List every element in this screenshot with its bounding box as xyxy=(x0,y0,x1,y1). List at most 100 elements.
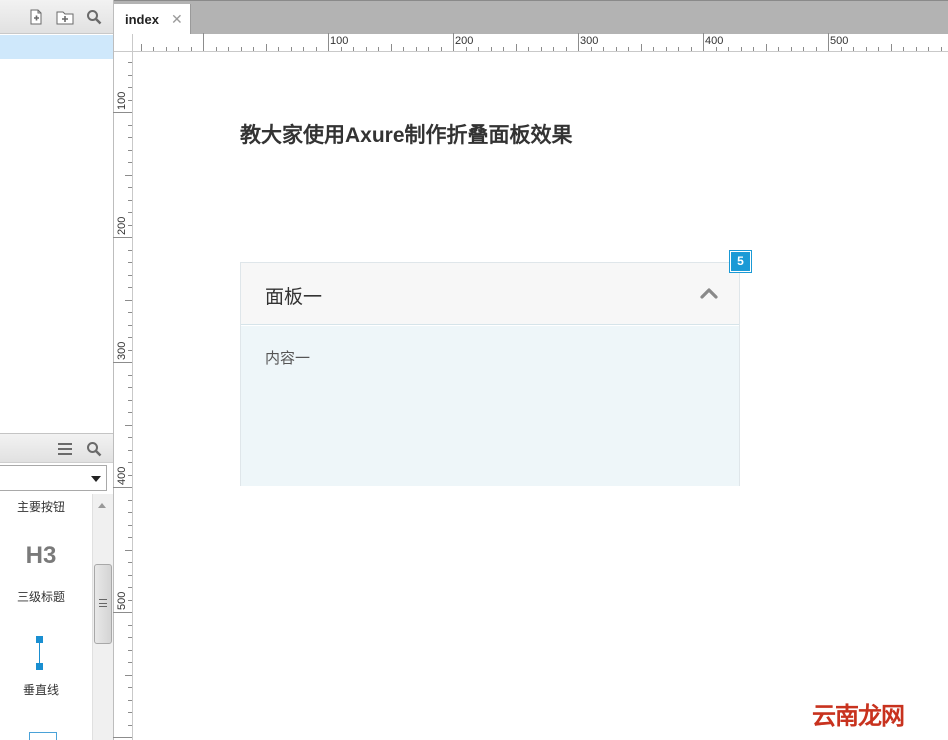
ruler-tick xyxy=(128,587,132,588)
search-icon[interactable] xyxy=(85,440,103,458)
vertical-line-icon[interactable] xyxy=(36,636,43,670)
page-heading[interactable]: 教大家使用Axure制作折叠面板效果 xyxy=(240,119,573,149)
ruler-tick xyxy=(615,47,617,51)
ruler-tick xyxy=(440,47,442,51)
ruler-tick xyxy=(128,212,132,213)
ruler-tick xyxy=(890,44,892,51)
ruler-tick xyxy=(128,499,132,501)
search-icon[interactable] xyxy=(85,8,103,26)
vertical-ruler: 100 200 300 400 500 xyxy=(113,52,133,740)
ruler-tick xyxy=(878,47,879,51)
menu-icon[interactable] xyxy=(56,440,74,458)
ruler-tick xyxy=(278,47,279,51)
axure-window: 主要按钮 H3 三级标题 垂直线 index ✕ 100 200 300 400 500… xyxy=(0,0,948,740)
h3-heading-icon[interactable]: H3 xyxy=(0,542,82,570)
ruler-tick xyxy=(128,462,132,463)
ruler-tick xyxy=(165,47,167,51)
ruler-label: 300 xyxy=(116,341,128,360)
widget-count-badge: 5 xyxy=(729,250,752,273)
ruler-tick xyxy=(178,47,179,51)
ruler-tick xyxy=(415,47,417,51)
ruler-tick xyxy=(203,33,204,51)
ruler-tick xyxy=(128,274,132,276)
ruler-tick xyxy=(753,47,754,51)
ruler-tick xyxy=(303,47,304,51)
ruler-tick xyxy=(765,44,767,51)
ruler-label: 400 xyxy=(705,35,724,47)
ruler-tick xyxy=(128,724,132,726)
ruler-tick xyxy=(128,137,132,138)
ruler-tick xyxy=(128,599,132,601)
panel-content: 内容一 xyxy=(265,350,311,367)
widget-label-h3[interactable]: 三级标题 xyxy=(0,588,82,605)
tab-label: index xyxy=(125,12,159,27)
library-scrollbar[interactable] xyxy=(92,494,113,740)
ruler-tick xyxy=(113,487,132,488)
ruler-tick xyxy=(365,47,367,51)
selected-page-row[interactable] xyxy=(0,35,113,59)
ruler-tick xyxy=(128,287,132,288)
tab-index[interactable]: index ✕ xyxy=(114,4,191,35)
ruler-tick xyxy=(128,537,132,538)
ruler-tick xyxy=(403,47,404,51)
ruler-tick xyxy=(128,162,132,163)
ruler-tick xyxy=(128,624,132,626)
ruler-tick xyxy=(865,47,867,51)
ruler-tick xyxy=(328,33,329,51)
scroll-thumb[interactable] xyxy=(94,564,112,644)
ruler-tick xyxy=(240,47,242,51)
ruler-tick xyxy=(528,47,529,51)
ruler-tick xyxy=(578,33,579,51)
ruler-tick xyxy=(503,47,504,51)
ruler-tick xyxy=(465,47,467,51)
ruler-tick xyxy=(113,737,132,738)
ruler-tick xyxy=(128,574,132,576)
ruler-tick xyxy=(128,687,132,688)
ruler-tick xyxy=(903,47,904,51)
ruler-tick xyxy=(128,87,132,88)
ruler-tick xyxy=(128,387,132,388)
widget-label-vertical-line[interactable]: 垂直线 xyxy=(0,681,82,698)
ruler-tick xyxy=(678,47,679,51)
ruler-tick xyxy=(128,649,132,651)
ruler-tick xyxy=(128,474,132,476)
ruler-tick xyxy=(565,47,567,51)
ruler-label: 200 xyxy=(116,216,128,235)
ruler-tick xyxy=(915,47,917,51)
add-page-icon[interactable] xyxy=(27,8,45,26)
ruler-tick xyxy=(803,47,804,51)
tab-strip: index ✕ xyxy=(114,0,948,35)
ruler-tick xyxy=(853,47,854,51)
collapsible-panel[interactable]: 面板一 内容一 xyxy=(240,262,740,486)
ruler-tick xyxy=(428,47,429,51)
design-canvas[interactable]: 教大家使用Axure制作折叠面板效果 面板一 内容一 5 xyxy=(134,53,948,740)
ruler-tick xyxy=(453,33,454,51)
ruler-label: 400 xyxy=(116,466,128,485)
scroll-up-icon[interactable] xyxy=(98,503,106,508)
ruler-tick xyxy=(125,174,132,176)
panel-header[interactable]: 面板一 xyxy=(241,263,739,325)
ruler-tick xyxy=(478,47,479,51)
ruler-corner xyxy=(114,34,133,52)
label-widget-icon[interactable] xyxy=(29,732,57,740)
ruler-tick xyxy=(128,512,132,513)
ruler-tick xyxy=(128,399,132,401)
ruler-tick xyxy=(628,47,629,51)
widget-label-primary-button[interactable]: 主要按钮 xyxy=(0,498,82,515)
ruler-tick xyxy=(128,374,132,376)
close-icon[interactable]: ✕ xyxy=(171,11,183,28)
ruler-tick xyxy=(840,47,842,51)
ruler-tick xyxy=(128,637,132,638)
ruler-tick xyxy=(540,47,542,51)
panel-body: 内容一 xyxy=(241,326,739,486)
ruler-label: 100 xyxy=(116,91,128,110)
add-folder-icon[interactable] xyxy=(56,8,74,26)
library-dropdown[interactable] xyxy=(0,465,107,491)
ruler-tick xyxy=(128,349,132,351)
ruler-tick xyxy=(128,62,132,63)
ruler-label: 500 xyxy=(830,35,849,47)
watermark-logo: 云南龙网 xyxy=(812,703,905,730)
library-panel-header xyxy=(0,433,113,463)
ruler-tick xyxy=(290,47,292,51)
chevron-up-icon[interactable] xyxy=(699,285,719,301)
